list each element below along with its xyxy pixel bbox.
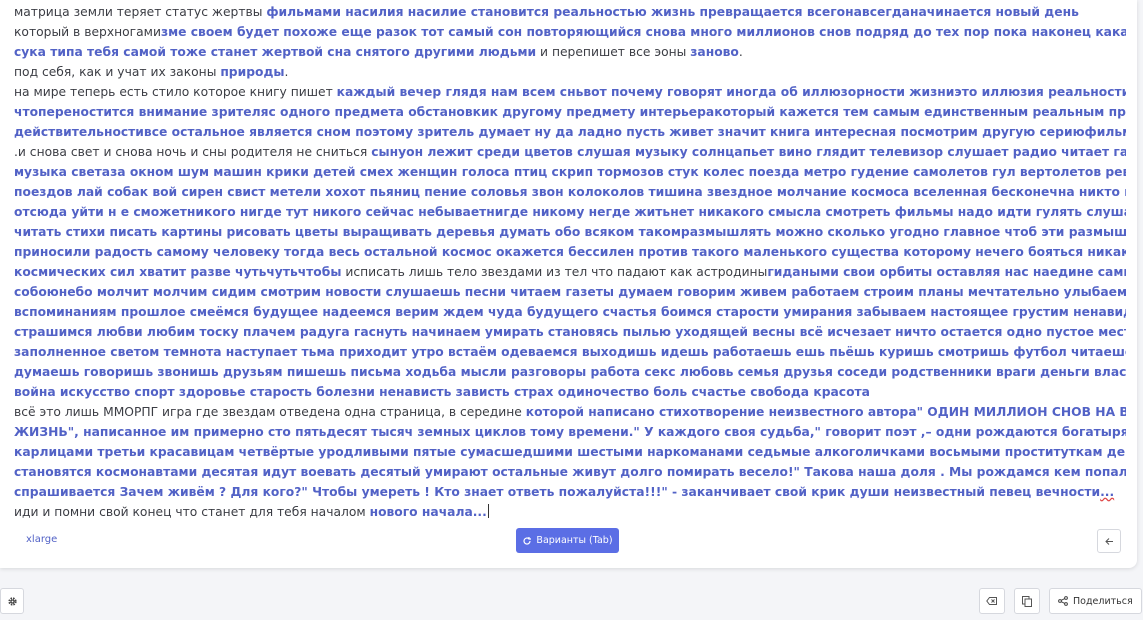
user-text: который в верхногами [14,25,161,39]
user-text: под себя, как и учат их законы [14,65,221,79]
generated-text: страшимся любви любим тоску плачем радуг… [14,325,1126,339]
share-button-label: Поделиться [1073,595,1133,607]
generated-text: зме своем будет похоже еще разок тот сам… [160,25,1126,39]
generated-text: каждый вечер глядя нам всем сньвот почем… [336,85,1126,99]
paragraph: чтопереностится внимание зрителяс одного… [14,102,1126,122]
generated-text: заполненное светом темнота наступает тьм… [14,345,1126,359]
generated-text: заново [690,45,739,59]
paragraph: действительностивсе остальное является с… [14,122,1126,142]
user-text: и перепишет все эоны [536,45,691,59]
user-text: .и снова свет и снова ночь и сны родител… [14,145,372,159]
copy-icon [1022,595,1032,607]
user-text: исписать лишь тело звездами из тел что п… [341,265,768,279]
paragraph: страшимся любви любим тоску плачем радуг… [14,322,1126,342]
paragraph: спрашивается Зачем живём ? Для кого?" Чт… [14,482,1126,502]
generated-text: сынуон лежит среди цветов слушая музыку … [371,145,1126,159]
paragraph: карлицами третьи красавицам четвёртые ур… [14,442,1126,462]
paragraph: музыка светаза окном шум машин крики дет… [14,162,1126,182]
generated-text: становятся космонавтами десятая идут вое… [14,465,1126,479]
paragraph: заполненное светом темнота наступает тьм… [14,342,1126,362]
generated-text: фильмами насилия насилие становится реал… [266,5,1079,19]
generated-text: музыка светаза окном шум машин крики дет… [14,165,1126,179]
user-text: иди и помни свой конец что станет для те… [14,505,370,519]
paragraph: поездов лай собак вой сирен свист метели… [14,182,1126,202]
generated-text: ЖИЗНЬ", написанное им примерно сто пятьд… [14,425,1126,439]
generated-text: война искусство спорт здоровье старость … [14,385,870,399]
generated-text: сука типа тебя самой тоже станет жертвой… [14,45,537,59]
editor-card: матрица земли теряет статус жертвы фильм… [0,0,1137,568]
user-text: . [738,45,743,59]
spellcheck-mark: ... [1100,485,1115,499]
paragraph: думаешь говоришь звонишь друзьям пишешь … [14,362,1126,382]
generated-text: гидаными свои орбиты оставляя нас наедин… [767,265,1126,279]
generated-text: которой написано стихотворение неизвестн… [525,405,1126,419]
text-cursor [487,504,489,518]
paragraph: иди и помни свой конец что станет для те… [14,502,1126,522]
paragraph: .и снова свет и снова ночь и сны родител… [14,142,1126,162]
generated-text: вспоминаниям прошлое смеёмся будущее над… [14,305,1126,319]
share-button[interactable]: Поделиться [1049,588,1142,614]
generated-text: природы [220,65,285,79]
copy-button[interactable] [1014,588,1040,614]
generated-text: приносили радость самому человеку тогда … [14,245,1126,259]
paragraph: космических сил хватит разве чутьчутьчто… [14,262,1126,282]
user-text: матрица земли теряет статус жертвы [14,5,267,19]
generated-text: космических сил хватит разве чутьчутьчто… [14,265,342,279]
paragraph: ЖИЗНЬ", написанное им примерно сто пятьд… [14,422,1126,442]
generated-text: спрашивается Зачем живём ? Для кого?" Чт… [14,485,1101,499]
clear-button[interactable] [979,588,1005,614]
generated-text: действительностивсе остальное является с… [14,125,1126,139]
generated-text: читать стихи писать картины рисовать цве… [14,225,1126,239]
user-text: . [284,65,289,79]
back-button[interactable] [1097,529,1121,553]
paragraph: который в верхногамизме своем будет похо… [14,22,1126,42]
user-text: на мире теперь есть стило которое книгу … [14,85,337,99]
generated-text: поездов лай собак вой сирен свист метели… [14,185,1126,199]
eraser-icon [986,596,998,606]
generated-text: собоюнебо молчит молчим сидим смотрим но… [14,285,1126,299]
arrow-left-icon [1104,537,1114,546]
paragraph: на мире теперь есть стило которое книгу … [14,82,1126,102]
generated-text: нового начала... [369,505,487,519]
generated-text: отсюда уйти н е сможетникого нигде тут н… [14,205,1126,219]
paragraph: читать стихи писать картины рисовать цве… [14,222,1126,242]
gear-icon [7,596,18,607]
paragraph: под себя, как и учат их законы природы. [14,62,1126,82]
paragraph: матрица земли теряет статус жертвы фильм… [14,2,1126,22]
paragraph: вспоминаниям прошлое смеёмся будущее над… [14,302,1126,322]
model-size-label[interactable]: xlarge [26,534,57,545]
refresh-icon [522,536,532,546]
share-icon [1058,596,1068,606]
paragraph: приносили радость самому человеку тогда … [14,242,1126,262]
variants-button[interactable]: Варианты (Tab) [516,528,619,553]
generated-text: думаешь говоришь звонишь друзьям пишешь … [14,365,1126,379]
user-text: всё это лишь ММОРПГ игра где звездам отв… [14,405,526,419]
paragraph: становятся космонавтами десятая идут вое… [14,462,1126,482]
paragraph: война искусство спорт здоровье старость … [14,382,1126,402]
paragraph: отсюда уйти н е сможетникого нигде тут н… [14,202,1126,222]
paragraph: всё это лишь ММОРПГ игра где звездам отв… [14,402,1126,422]
paragraph: собоюнебо молчит молчим сидим смотрим но… [14,282,1126,302]
text-editor[interactable]: матрица земли теряет статус жертвы фильм… [14,2,1126,522]
paragraph: сука типа тебя самой тоже станет жертвой… [14,42,1126,62]
variants-button-label: Варианты (Tab) [536,535,613,546]
generated-text: карлицами третьи красавицам четвёртые ур… [14,445,1126,459]
generated-text: чтопереностится внимание зрителяс одного… [14,105,1126,119]
settings-button[interactable] [0,588,24,614]
